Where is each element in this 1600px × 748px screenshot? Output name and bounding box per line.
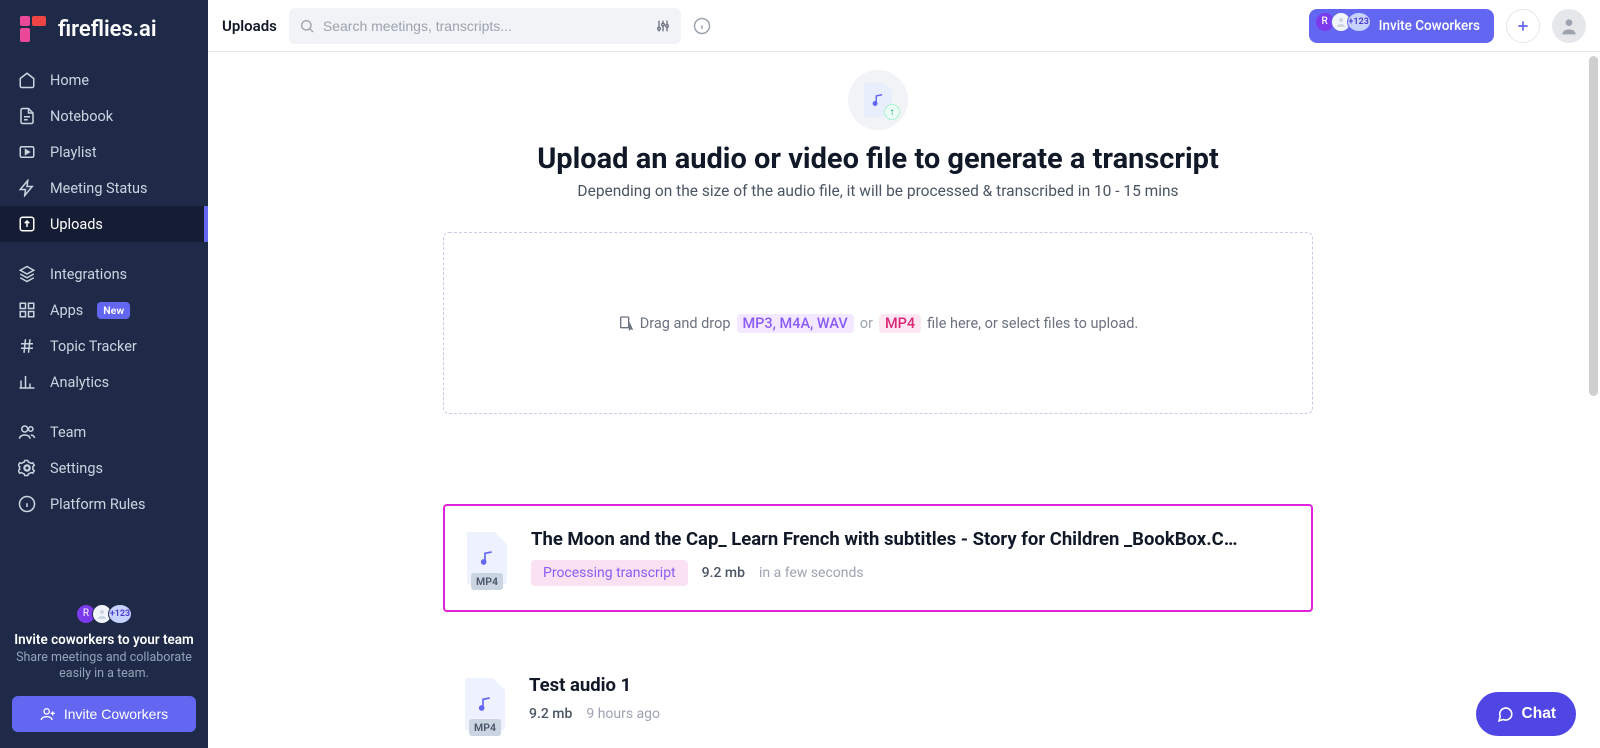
dropzone-tail: file here, or select files to upload. [927,315,1138,332]
chart-icon [18,373,36,391]
invite-button-label: Invite Coworkers [64,706,168,722]
sidebar-item-playlist[interactable]: Playlist [0,134,208,170]
sidebar-item-topic-tracker[interactable]: Topic Tracker [0,328,208,364]
music-note-icon [871,93,885,107]
file-title: The Moon and the Cap_ Learn French with … [531,528,1293,550]
sliders-icon[interactable] [655,18,671,34]
file-size: 9.2 mb [702,565,745,581]
hero-icon: ↑ [848,70,908,130]
upload-hero: ↑ Upload an audio or video file to gener… [208,70,1548,504]
grid-icon [18,301,36,319]
hero-subtitle: Depending on the size of the audio file,… [577,182,1178,200]
file-size: 9.2 mb [529,706,572,722]
content-scroll[interactable]: ↑ Upload an audio or video file to gener… [208,52,1600,748]
sidebar: fireflies.ai Home Notebook Playlist Meet… [0,0,208,748]
chat-button[interactable]: Chat [1476,692,1576,736]
brand-logo[interactable]: fireflies.ai [0,0,208,62]
cursor-upload-icon [618,315,634,331]
sidebar-item-label: Integrations [50,266,127,283]
sidebar-item-label: Platform Rules [50,496,145,513]
file-thumb: MP4 [463,528,511,588]
gear-icon [18,459,36,477]
sidebar-nav: Home Notebook Playlist Meeting Status Up… [0,62,208,522]
dropzone-lead: Drag and drop [640,315,731,332]
sidebar-item-label: Apps [50,302,83,319]
sidebar-item-label: Topic Tracker [50,338,137,355]
avatar-more: +123 [108,604,132,624]
bolt-icon [18,179,36,197]
upload-card[interactable]: MP4 Test audio 1 9.2 mb 9 hours ago [443,652,1313,748]
chat-label: Chat [1522,705,1556,723]
user-avatar[interactable] [1552,9,1586,43]
info-icon [18,495,36,513]
layers-icon [18,265,36,283]
main: Uploads R +123 Invite Coworkers [208,0,1600,748]
sidebar-item-label: Meeting Status [50,180,148,197]
sidebar-item-label: Analytics [50,374,109,391]
sidebar-item-home[interactable]: Home [0,62,208,98]
file-ext-badge: MP4 [471,573,503,590]
file-icon [18,107,36,125]
topbar: Uploads R +123 Invite Coworkers [208,0,1600,52]
dropzone[interactable]: Drag and drop MP3, M4A, WAV or MP4 file … [443,232,1313,414]
search-input[interactable] [323,18,647,34]
file-thumb: MP4 [461,674,509,734]
search-input-wrap[interactable] [289,8,681,44]
new-badge: New [97,302,130,319]
playlist-icon [18,143,36,161]
sidebar-item-integrations[interactable]: Integrations [0,256,208,292]
sidebar-item-meeting-status[interactable]: Meeting Status [0,170,208,206]
dropzone-or: or [860,315,873,332]
sidebar-item-uploads[interactable]: Uploads [0,206,208,242]
invite-title: Invite coworkers to your team [12,632,196,648]
home-icon [18,71,36,89]
sidebar-footer: R +123 Invite coworkers to your team Sha… [0,591,208,748]
music-note-icon [479,550,495,566]
uploads-list: MP4 The Moon and the Cap_ Learn French w… [443,504,1313,748]
chat-icon [1496,705,1514,723]
avatar-more: +123 [1347,12,1371,32]
file-ext-badge: MP4 [469,719,501,736]
hero-title: Upload an audio or video file to generat… [537,142,1219,176]
sidebar-item-settings[interactable]: Settings [0,450,208,486]
invite-subtitle: Share meetings and collaborate easily in… [12,650,196,683]
page-title: Uploads [222,17,277,35]
brand-name: fireflies.ai [58,17,157,42]
status-chip: Processing transcript [531,560,688,586]
upload-card[interactable]: MP4 The Moon and the Cap_ Learn French w… [443,504,1313,612]
sidebar-item-platform-rules[interactable]: Platform Rules [0,486,208,522]
music-note-icon [477,696,493,712]
user-plus-icon [40,706,56,722]
sidebar-item-apps[interactable]: Apps New [0,292,208,328]
dropzone-formats-audio: MP3, M4A, WAV [737,314,854,333]
file-title: Test audio 1 [529,674,1295,696]
sidebar-item-label: Home [50,72,89,89]
sidebar-item-label: Playlist [50,144,97,161]
sidebar-item-label: Team [50,424,86,441]
sidebar-item-notebook[interactable]: Notebook [0,98,208,134]
users-icon [18,423,36,441]
hash-icon [18,337,36,355]
file-ago: in a few seconds [759,565,864,581]
sidebar-item-label: Notebook [50,108,113,125]
upload-arrow-icon: ↑ [884,104,900,120]
add-button[interactable] [1506,9,1540,43]
invite-coworkers-pill[interactable]: R +123 Invite Coworkers [1309,9,1494,43]
scrollbar[interactable] [1589,56,1598,396]
invite-coworkers-button[interactable]: Invite Coworkers [12,696,196,732]
sidebar-item-label: Uploads [50,216,103,233]
invite-pill-label: Invite Coworkers [1379,18,1480,34]
info-icon[interactable] [693,17,711,35]
sidebar-item-team[interactable]: Team [0,414,208,450]
sidebar-item-label: Settings [50,460,103,477]
avatar-stack: R +123 [1315,12,1371,32]
search-icon [299,18,315,34]
file-ago: 9 hours ago [586,706,660,722]
logo-icon [18,14,48,44]
upload-icon [18,215,36,233]
sidebar-item-analytics[interactable]: Analytics [0,364,208,400]
avatar-stack: R +123 [76,604,132,624]
dropzone-formats-video: MP4 [879,314,921,333]
